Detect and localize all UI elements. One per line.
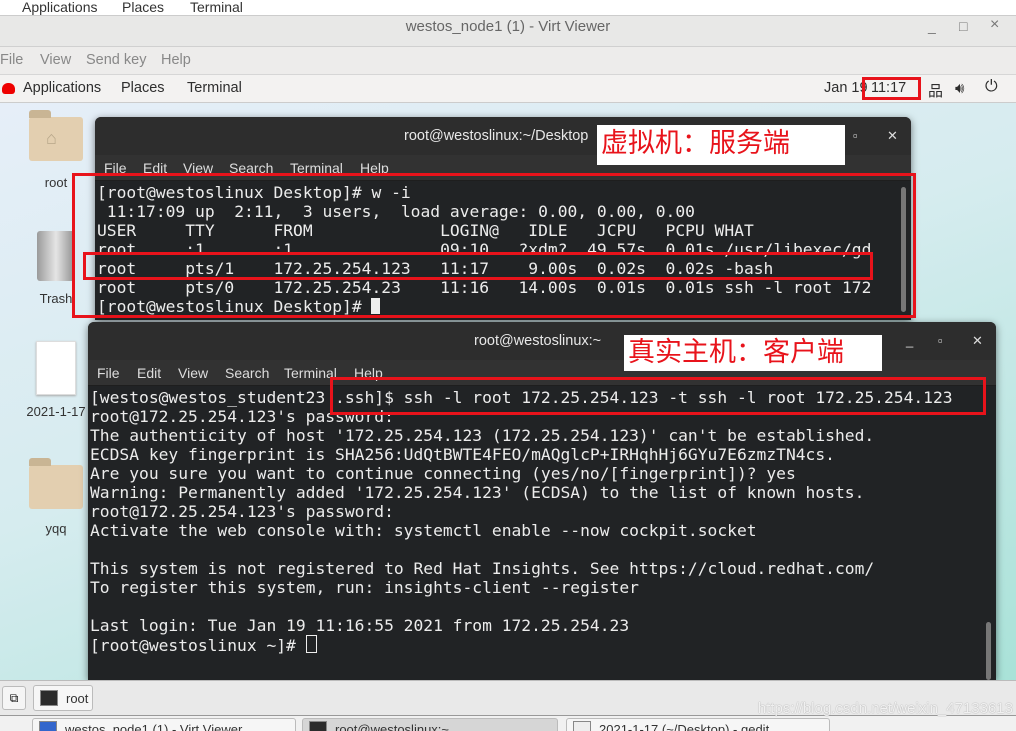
terminal-window-client[interactable]: root@westoslinux:~ _ ▫ ✕ File Edit View … [88,322,996,680]
redhat-logo-icon [2,83,15,94]
show-desktop-icon[interactable]: ⧉ [2,686,26,710]
terminal-icon [309,721,327,731]
menu-send-key[interactable]: Send key [86,52,146,68]
host-taskbar: westos_node1 (1) - Virt Viewer root@west… [0,715,1016,731]
desktop-icon-2021-1-17[interactable]: 2021-1-17 [16,341,96,419]
close-button[interactable]: ✕ [972,333,983,349]
watermark: https://blog.csdn.net/weixin_47133613 [757,700,1013,717]
viewer-menubar: File View Send key Help [0,47,1016,75]
annotation-box-ssh-command [330,377,986,415]
host-task-gedit[interactable]: 2021-1-17 (~/Desktop) - gedit [566,718,830,731]
viewer-title: westos_node1 (1) - Virt Viewer [405,18,611,35]
gedit-icon [573,721,591,731]
folder-icon [29,458,83,509]
volume-icon[interactable]: 🔊︎ [955,80,964,97]
host-terminal-menu[interactable]: Terminal [190,0,243,15]
maximize-button[interactable]: ▫ [853,128,858,143]
annotation-box-time [862,77,921,100]
trash-icon [37,231,75,281]
menu-terminal[interactable]: Terminal [284,365,337,381]
menu-view[interactable]: View [40,52,71,68]
guest-task-root[interactable]: root [33,685,93,711]
terminal-cursor [305,635,317,653]
desktop-icon-yqq[interactable]: yqq [16,458,96,536]
menu-edit[interactable]: Edit [137,365,161,381]
maximize-button[interactable]: □ [959,18,967,34]
menu-view[interactable]: View [178,365,208,381]
network-icon[interactable]: 品 [928,80,943,101]
annotation-box-server-output [72,173,916,318]
terminal-output[interactable]: [westos@westos_student23 .ssh]$ ssh -l r… [88,386,996,680]
guest-applications-menu[interactable]: Applications [23,80,101,96]
annotation-box-ssh-session [83,252,873,280]
power-icon[interactable]: ⏻ [985,78,998,96]
host-applications-menu[interactable]: Applications [22,0,98,15]
host-task-virt-viewer[interactable]: westos_node1 (1) - Virt Viewer [32,718,296,731]
home-folder-icon: ⌂ [29,110,83,161]
terminal-icon [40,690,58,706]
host-task-terminal[interactable]: root@westoslinux:~ [302,718,558,731]
menu-search[interactable]: Search [225,365,269,381]
close-button[interactable]: × [990,16,999,34]
guest-places-menu[interactable]: Places [121,80,165,96]
host-places-menu[interactable]: Places [122,0,164,15]
minimize-button[interactable]: _ [928,18,936,34]
virt-viewer-icon [39,721,57,731]
menu-help[interactable]: Help [161,52,191,68]
menu-file[interactable]: File [0,52,23,68]
maximize-button[interactable]: ▫ [938,333,943,348]
guest-terminal-menu[interactable]: Terminal [187,80,242,96]
scrollbar[interactable] [986,622,991,680]
annotation-label-server: 虚拟机：服务端 [597,125,845,165]
minimize-button[interactable]: _ [906,333,913,348]
host-top-panel: Applications Places Terminal [0,0,1016,16]
menu-file[interactable]: File [97,365,120,381]
text-file-icon [36,341,76,395]
annotation-label-client: 真实主机：客户端 [624,335,882,371]
close-button[interactable]: ✕ [887,128,898,144]
terminal-title: root@westoslinux:~/Desktop [404,128,589,144]
terminal-title: root@westoslinux:~ [474,333,602,349]
clock-date[interactable]: Jan 19 [824,80,868,96]
